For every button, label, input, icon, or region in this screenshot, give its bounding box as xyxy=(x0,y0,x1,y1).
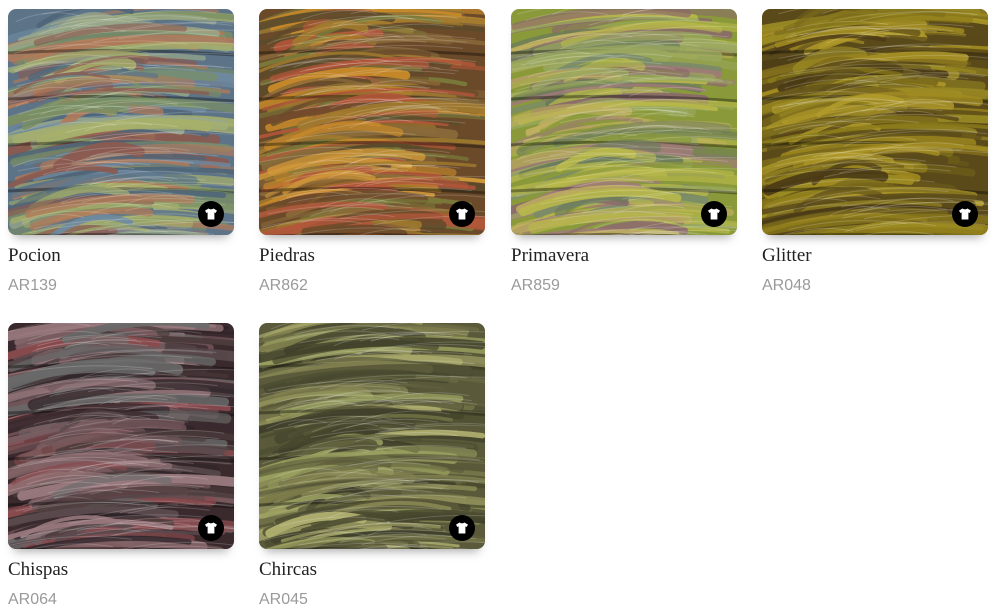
product-code: AR048 xyxy=(762,277,811,294)
product-card[interactable]: Chispas AR064 xyxy=(8,323,234,608)
product-name[interactable]: Chircas xyxy=(259,559,317,581)
product-card[interactable]: Piedras AR862 xyxy=(259,9,485,294)
shirt-icon[interactable] xyxy=(449,201,475,227)
product-name[interactable]: Piedras xyxy=(259,245,315,267)
product-name[interactable]: Primavera xyxy=(511,245,589,267)
product-grid: Pocion AR139 Piedras AR862 Primavera AR859 Gli… xyxy=(0,0,996,613)
product-card[interactable]: Glitter AR048 xyxy=(762,9,988,294)
product-code: AR139 xyxy=(8,277,57,294)
product-code: AR862 xyxy=(259,277,308,294)
yarn-texture xyxy=(762,9,988,235)
yarn-texture xyxy=(511,9,737,235)
shirt-icon[interactable] xyxy=(701,201,727,227)
yarn-texture xyxy=(259,323,485,549)
shirt-icon[interactable] xyxy=(198,515,224,541)
product-name[interactable]: Glitter xyxy=(762,245,812,267)
product-code: AR859 xyxy=(511,277,560,294)
yarn-swatch-image[interactable] xyxy=(8,9,234,235)
yarn-swatch-image[interactable] xyxy=(259,323,485,549)
product-code: AR045 xyxy=(259,591,308,608)
yarn-texture xyxy=(259,9,485,235)
shirt-icon[interactable] xyxy=(198,201,224,227)
product-card[interactable]: Chircas AR045 xyxy=(259,323,485,608)
shirt-icon[interactable] xyxy=(449,515,475,541)
yarn-texture xyxy=(8,323,234,549)
product-card[interactable]: Primavera AR859 xyxy=(511,9,737,294)
yarn-texture xyxy=(8,9,234,235)
yarn-swatch-image[interactable] xyxy=(259,9,485,235)
shirt-icon[interactable] xyxy=(952,201,978,227)
product-name[interactable]: Pocion xyxy=(8,245,61,267)
yarn-swatch-image[interactable] xyxy=(511,9,737,235)
product-name[interactable]: Chispas xyxy=(8,559,68,581)
product-card[interactable]: Pocion AR139 xyxy=(8,9,234,294)
yarn-swatch-image[interactable] xyxy=(762,9,988,235)
product-code: AR064 xyxy=(8,591,57,608)
yarn-swatch-image[interactable] xyxy=(8,323,234,549)
